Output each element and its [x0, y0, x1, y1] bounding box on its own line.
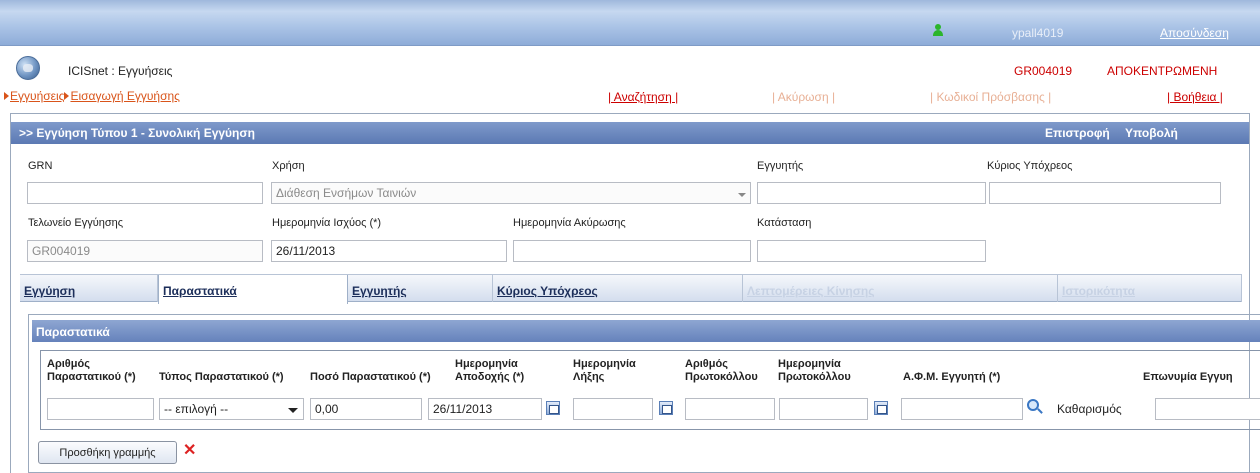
search-icon[interactable]	[1027, 399, 1043, 415]
top-bar: ypall4019 Αποσύνδεση	[0, 0, 1260, 46]
cancel-date-field[interactable]	[513, 240, 751, 262]
office-label: Τελωνείο Εγγύησης	[28, 217, 124, 229]
chevron-down-icon	[288, 408, 298, 413]
breadcrumb: Εγγυήσεις Εισαγωγή Εγγυήσης	[4, 89, 180, 103]
submit-button[interactable]: Υποβολή	[1125, 126, 1178, 140]
calendar-icon[interactable]	[546, 401, 560, 415]
usage-select[interactable]: Διάθεση Ενσήμων Ταινιών	[271, 182, 751, 204]
principal-label: Κύριος Υπόχρεος	[987, 160, 1073, 172]
valid-date-field[interactable]	[271, 240, 507, 262]
tab-principal[interactable]: Κύριος Υπόχρεος	[493, 275, 743, 302]
doc-type-select[interactable]: -- επιλογή --	[159, 398, 304, 420]
breadcrumb-item-new-guarantee[interactable]: Εισαγωγή Εγγυήσης	[70, 89, 180, 103]
grn-field[interactable]	[27, 182, 263, 204]
chevron-down-icon	[738, 193, 746, 197]
expiry-date-field[interactable]	[573, 398, 653, 420]
usage-label: Χρήση	[272, 160, 305, 172]
tab-guarantee[interactable]: Εγγύηση	[20, 275, 158, 302]
guarantor-field[interactable]	[757, 182, 986, 204]
user-icon	[933, 24, 943, 36]
tab-guarantor[interactable]: Εγγυητής	[348, 275, 493, 302]
col-accept-date: Ημερομηνία Αποδοχής (*)	[455, 358, 525, 383]
tab-documents[interactable]: Παραστατικά	[158, 275, 348, 304]
amount-field[interactable]	[310, 398, 422, 420]
protocol-date-field[interactable]	[779, 398, 868, 420]
calendar-icon[interactable]	[659, 401, 673, 415]
doc-number-field[interactable]	[47, 398, 154, 420]
app-title: ICISnet : Εγγυήσεις	[68, 64, 173, 78]
panel-header: >> Εγγύηση Τύπου 1 - Συνολική Εγγύηση Επ…	[11, 122, 1249, 144]
doc-type-value: -- επιλογή --	[164, 402, 229, 416]
guarantor-label: Εγγυητής	[757, 160, 804, 172]
documents-header: Παραστατικά	[32, 320, 1260, 342]
username: ypall4019	[1012, 26, 1064, 40]
arrow-right-icon	[4, 92, 9, 100]
col-protocol-date: Ημερομηνία Πρωτοκόλλου	[778, 358, 851, 383]
office-code: GR004019	[1014, 64, 1073, 78]
col-amount: Ποσό Παραστατικού (*)	[310, 371, 431, 383]
col-protocol-number: Αριθμός Πρωτοκόλλου	[685, 358, 758, 383]
arrow-right-icon	[64, 92, 70, 100]
nav-help-link[interactable]: | Βοήθεια |	[1167, 90, 1223, 104]
tab-movement-details: Λεπτομέρειες Κίνησης	[743, 275, 1058, 302]
tab-history: Ιστορικότητα	[1058, 275, 1242, 302]
delete-icon[interactable]: ✕	[183, 443, 196, 459]
grn-label: GRN	[28, 160, 53, 172]
status-field	[757, 240, 986, 262]
logout-link[interactable]: Αποσύνδεση	[1160, 26, 1229, 40]
valid-date-label: Ημερομηνία Ισχύος (*)	[272, 217, 382, 229]
office-field	[27, 240, 263, 262]
back-button[interactable]: Επιστροφή	[1045, 126, 1110, 140]
globe-icon	[16, 56, 40, 80]
breadcrumb-item-guarantees[interactable]: Εγγυήσεις	[10, 89, 64, 103]
col-doc-number: Αριθμός Παραστατικού (*)	[47, 358, 136, 383]
guarantor-afm-field[interactable]	[901, 398, 1023, 420]
principal-field[interactable]	[989, 182, 1221, 204]
calendar-icon[interactable]	[874, 401, 888, 415]
add-row-button[interactable]: Προσθήκη γραμμής	[38, 441, 177, 464]
usage-select-value: Διάθεση Ενσήμων Ταινιών	[276, 186, 417, 200]
guarantor-name-field[interactable]	[1155, 398, 1260, 420]
accept-date-field[interactable]	[428, 398, 542, 420]
protocol-number-field[interactable]	[685, 398, 775, 420]
status-label: Κατάσταση	[757, 217, 812, 229]
nav-search-link[interactable]: | Αναζήτηση |	[608, 90, 678, 104]
panel-title: >> Εγγύηση Τύπου 1 - Συνολική Εγγύηση	[19, 126, 255, 140]
col-doc-type: Τύπος Παραστατικού (*)	[159, 371, 284, 383]
col-guarantor-afm: Α.Φ.Μ. Εγγυητή (*)	[903, 371, 1001, 383]
cancel-date-label: Ημερομηνία Ακύρωσης	[513, 217, 626, 229]
tabs-bar: Εγγύηση Παραστατικά Εγγυητής Κύριος Υπόχ…	[20, 274, 1242, 304]
clear-button[interactable]: Καθαρισμός	[1057, 402, 1122, 416]
nav-passwords-link: | Κωδικοί Πρόσβασης |	[930, 90, 1052, 104]
col-expiry-date: Ημερομηνία Λήξης	[573, 358, 636, 383]
nav-cancel-link: | Ακύρωση |	[772, 90, 836, 104]
mode-label: ΑΠΟΚΕΝΤΡΩΜΕΝΗ	[1107, 64, 1218, 78]
col-guarantor-name: Επωνυμία Εγγυη	[1143, 371, 1233, 383]
